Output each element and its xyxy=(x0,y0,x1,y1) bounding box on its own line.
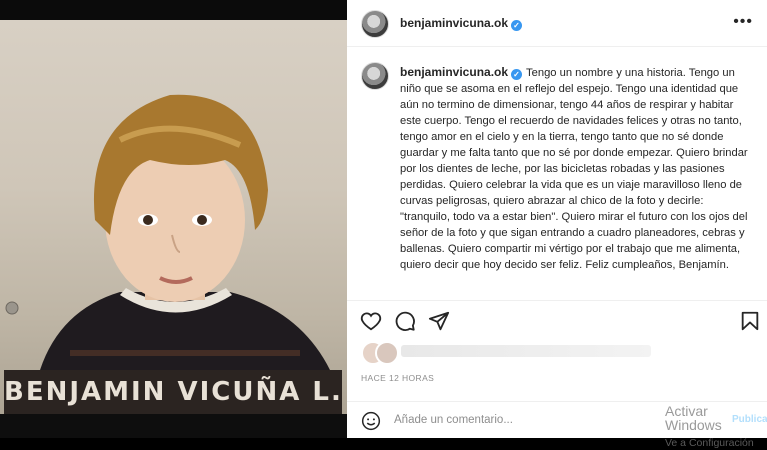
more-options-icon[interactable]: ••• xyxy=(733,13,753,31)
caption-username[interactable]: benjaminvicuna.ok ✓ xyxy=(400,65,523,80)
emoji-icon[interactable] xyxy=(361,411,381,431)
post-timestamp[interactable]: HACE 12 HORAS xyxy=(361,373,434,383)
verified-badge-icon: ✓ xyxy=(511,69,523,80)
watermark-subtitle: Ve a Configuración xyxy=(665,437,754,449)
likes-row[interactable] xyxy=(361,341,661,371)
caption-avatar[interactable] xyxy=(361,62,389,90)
post-panel: benjaminvicuna.ok ✓ ••• benjaminvicuna.ok… xyxy=(347,0,767,449)
photo-bottom-band xyxy=(0,414,347,438)
bookmark-icon[interactable] xyxy=(739,310,761,332)
screenshot: BENJAMIN VICUÑA L. benjaminvicuna.ok ✓ ••… xyxy=(0,0,767,449)
share-icon[interactable] xyxy=(428,310,450,332)
verified-badge-icon: ✓ xyxy=(511,20,523,31)
windows-activation-watermark: Activar Windows Ve a Configuración xyxy=(665,404,767,450)
profile-avatar[interactable] xyxy=(361,10,389,38)
comment-icon[interactable] xyxy=(394,310,416,332)
watermark-title: Activar Windows xyxy=(665,403,722,433)
publish-button[interactable]: Publicar xyxy=(732,414,767,425)
post-header: benjaminvicuna.ok ✓ ••• xyxy=(347,0,767,47)
post-caption: benjaminvicuna.ok ✓ Tengo un nombre y una … xyxy=(400,64,752,273)
caption-section: benjaminvicuna.ok ✓ Tengo un nombre y una … xyxy=(347,52,767,302)
action-bar xyxy=(347,300,767,341)
heart-icon[interactable] xyxy=(360,310,382,332)
photo-top-band xyxy=(0,0,347,20)
name-plate: BENJAMIN VICUÑA L. xyxy=(4,370,342,414)
caption-body: Tengo un nombre y una historia. Tengo un… xyxy=(400,67,748,271)
post-photo: BENJAMIN VICUÑA L. xyxy=(0,0,347,438)
likes-summary-blurred xyxy=(401,345,651,357)
liker-avatar xyxy=(375,341,399,365)
header-username[interactable]: benjaminvicuna.ok ✓ xyxy=(400,16,523,31)
comment-input[interactable]: Añade un comentario... xyxy=(394,414,513,426)
